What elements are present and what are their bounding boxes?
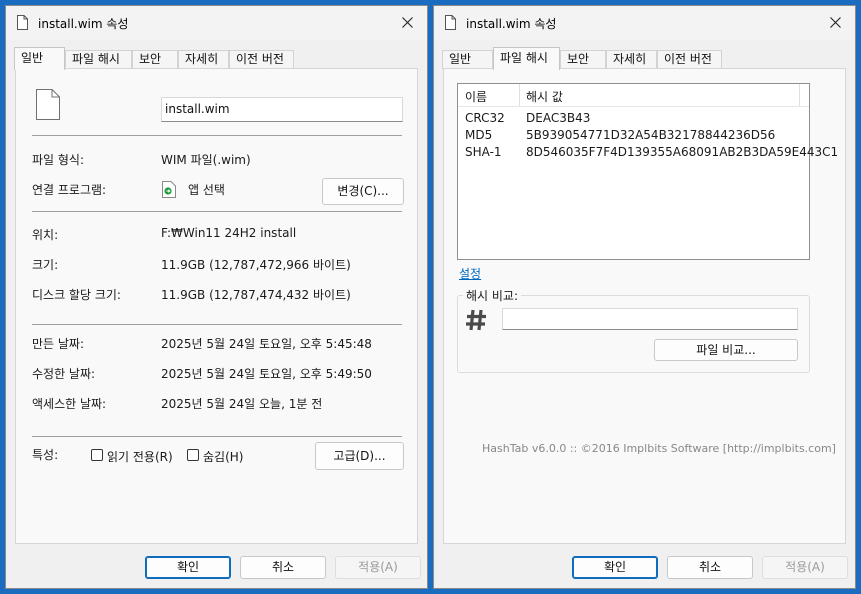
title-bar[interactable]: install.wim 속성 bbox=[6, 6, 427, 40]
close-button[interactable] bbox=[817, 6, 855, 40]
change-button[interactable]: 변경(C)... bbox=[322, 178, 404, 205]
window-title: install.wim 속성 bbox=[38, 17, 129, 31]
tab-strip: 일반 파일 해시 보안 자세히 이전 버전 bbox=[442, 47, 847, 70]
app-icon bbox=[162, 181, 176, 198]
hash-compare-label: 해시 비교: bbox=[463, 287, 522, 304]
accessed-label: 액세스한 날짜: bbox=[32, 397, 107, 411]
tab-details[interactable]: 자세히 bbox=[606, 50, 657, 69]
hash-compare-input[interactable] bbox=[502, 308, 798, 330]
close-icon bbox=[402, 17, 413, 28]
close-icon bbox=[830, 17, 841, 28]
hidden-checkbox[interactable] bbox=[187, 449, 199, 461]
close-button[interactable] bbox=[389, 6, 427, 40]
tab-previous-versions[interactable]: 이전 버전 bbox=[229, 50, 294, 69]
document-icon bbox=[17, 15, 28, 30]
tab-general[interactable]: 일반 bbox=[442, 50, 493, 69]
document-icon bbox=[445, 15, 456, 30]
cancel-button[interactable]: 취소 bbox=[667, 556, 753, 579]
location-value: F:₩Win11 24H2 install bbox=[161, 226, 297, 240]
properties-dialog-general: install.wim 속성 일반 파일 해시 보안 자세히 이전 버전 ins… bbox=[5, 5, 428, 589]
compare-file-button[interactable]: 파일 비교... bbox=[654, 339, 798, 361]
hash-compare-group bbox=[457, 295, 810, 373]
file-type-value: WIM 파일(.wim) bbox=[161, 153, 251, 167]
accessed-value: 2025년 5월 24일 오늘, 1분 전 bbox=[161, 397, 323, 411]
tab-strip: 일반 파일 해시 보안 자세히 이전 버전 bbox=[14, 47, 419, 70]
properties-dialog-file-hash: install.wim 속성 일반 파일 해시 보안 자세히 이전 버전 이름 … bbox=[433, 5, 856, 589]
created-value: 2025년 5월 24일 토요일, 오후 5:45:48 bbox=[161, 337, 372, 351]
tab-security[interactable]: 보안 bbox=[132, 50, 178, 69]
advanced-button[interactable]: 고급(D)... bbox=[315, 442, 404, 470]
settings-link[interactable]: 설정 bbox=[459, 265, 481, 282]
readonly-checkbox[interactable] bbox=[91, 449, 103, 461]
hash-list-header: 이름 해시 값 bbox=[458, 84, 809, 107]
hash-icon bbox=[466, 309, 486, 331]
size-value: 11.9GB (12,787,472,966 바이트) bbox=[161, 258, 351, 272]
size-label: 크기: bbox=[32, 258, 59, 272]
disk-size-label: 디스크 할당 크기: bbox=[32, 288, 121, 302]
tab-file-hash[interactable]: 파일 해시 bbox=[65, 50, 132, 69]
general-panel: install.wim 파일 형식: WIM 파일(.wim) 연결 프로그램:… bbox=[15, 68, 418, 544]
cancel-button[interactable]: 취소 bbox=[240, 556, 326, 579]
modified-label: 수정한 날짜: bbox=[32, 367, 96, 381]
hash-name: SHA-1 bbox=[465, 145, 502, 159]
column-header-hash[interactable]: 해시 값 bbox=[526, 88, 563, 105]
hash-name: CRC32 bbox=[465, 111, 505, 125]
hash-value: DEAC3B43 bbox=[526, 111, 591, 125]
hash-row-sha1[interactable]: SHA-1 8D546035F7F4D139355A68091AB2B3DA59… bbox=[465, 145, 838, 162]
hash-value: 8D546035F7F4D139355A68091AB2B3DA59E443C1 bbox=[526, 145, 839, 159]
column-divider bbox=[799, 84, 800, 106]
modified-value: 2025년 5월 24일 토요일, 오후 5:49:50 bbox=[161, 367, 372, 381]
file-type-label: 파일 형식: bbox=[32, 153, 85, 167]
tab-previous-versions[interactable]: 이전 버전 bbox=[657, 50, 722, 69]
tab-security[interactable]: 보안 bbox=[560, 50, 606, 69]
hash-name: MD5 bbox=[465, 128, 493, 142]
ok-button[interactable]: 확인 bbox=[572, 556, 658, 579]
location-label: 위치: bbox=[32, 228, 59, 242]
file-hash-panel: 이름 해시 값 CRC32 DEAC3B43 MD5 5B939054771D3… bbox=[443, 68, 846, 544]
column-divider bbox=[519, 84, 520, 106]
created-label: 만든 날짜: bbox=[32, 337, 85, 351]
hashtab-footer: HashTab v6.0.0 :: ©2016 Implbits Softwar… bbox=[482, 442, 836, 455]
column-header-name[interactable]: 이름 bbox=[465, 88, 487, 105]
hash-row-crc32[interactable]: CRC32 DEAC3B43 bbox=[465, 111, 805, 128]
apply-button[interactable]: 적용(A) bbox=[762, 556, 848, 579]
divider bbox=[32, 436, 402, 437]
window-title: install.wim 속성 bbox=[466, 17, 557, 31]
ok-button[interactable]: 확인 bbox=[145, 556, 231, 579]
divider bbox=[32, 135, 402, 136]
tab-file-hash[interactable]: 파일 해시 bbox=[493, 47, 560, 70]
readonly-label[interactable]: 읽기 전용(R) bbox=[107, 448, 173, 465]
divider bbox=[32, 324, 402, 325]
hash-row-md5[interactable]: MD5 5B939054771D32A54B32178844236D56 bbox=[465, 128, 805, 145]
apply-button[interactable]: 적용(A) bbox=[335, 556, 421, 579]
opens-with-label: 연결 프로그램: bbox=[32, 183, 107, 197]
disk-size-value: 11.9GB (12,787,474,432 바이트) bbox=[161, 288, 351, 302]
hash-value: 5B939054771D32A54B32178844236D56 bbox=[526, 128, 776, 142]
hash-list[interactable]: 이름 해시 값 CRC32 DEAC3B43 MD5 5B939054771D3… bbox=[457, 83, 838, 260]
divider bbox=[32, 211, 402, 212]
filename-input[interactable]: install.wim bbox=[161, 97, 403, 122]
hidden-label[interactable]: 숨김(H) bbox=[203, 448, 243, 465]
file-icon bbox=[36, 89, 60, 120]
tab-general[interactable]: 일반 bbox=[14, 47, 65, 70]
title-bar[interactable]: install.wim 속성 bbox=[434, 6, 855, 40]
opens-with-value: 앱 선택 bbox=[188, 183, 225, 197]
tab-details[interactable]: 자세히 bbox=[178, 50, 229, 69]
attributes-label: 특성: bbox=[32, 448, 59, 462]
